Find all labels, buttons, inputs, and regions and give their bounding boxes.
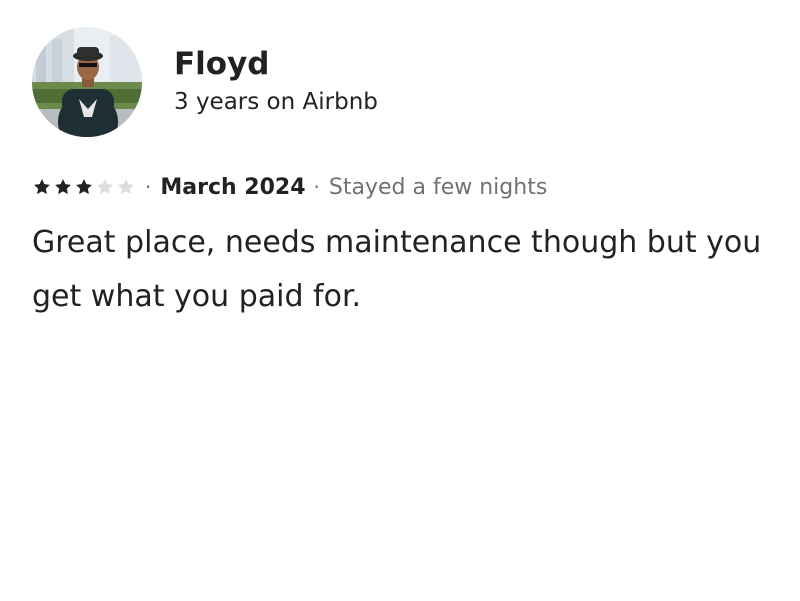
review-card: Floyd 3 years on Airbnb · March 2024 · S… [32, 26, 784, 324]
star-filled-icon [32, 177, 52, 197]
stay-length: Stayed a few nights [328, 174, 548, 200]
separator-dot: · [313, 175, 320, 199]
avatar-photo [32, 27, 142, 137]
star-empty-icon [95, 177, 115, 197]
review-page: Floyd 3 years on Airbnb · March 2024 · S… [0, 0, 800, 601]
star-empty-icon [116, 177, 136, 197]
star-rating [32, 177, 137, 197]
star-filled-icon [53, 177, 73, 197]
reviewer-avatar[interactable] [32, 27, 142, 137]
reviewer-info: Floyd 3 years on Airbnb [174, 44, 378, 118]
reviewer-name[interactable]: Floyd [174, 44, 378, 84]
review-date: March 2024 [160, 174, 306, 200]
review-comment: Great place, needs maintenance though bu… [32, 225, 762, 314]
separator-dot: · [145, 175, 152, 199]
reviewer-header: Floyd 3 years on Airbnb [32, 26, 784, 138]
review-meta: · March 2024 · Stayed a few nights [32, 170, 784, 204]
star-filled-icon [74, 177, 94, 197]
reviewer-tenure: 3 years on Airbnb [174, 89, 378, 115]
